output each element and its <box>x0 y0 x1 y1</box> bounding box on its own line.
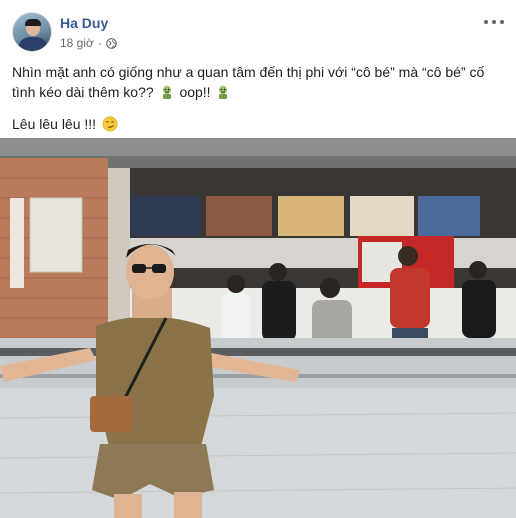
post-text-paragraph-1: Nhìn mặt anh có giống như a quan tâm đến… <box>12 62 504 102</box>
meta-separator: · <box>97 36 102 50</box>
globe-icon[interactable] <box>106 37 117 49</box>
smirk-emoji-icon <box>102 116 118 132</box>
post-text-line2: Lêu lêu lêu !!! <box>12 116 97 132</box>
post-text: Nhìn mặt anh có giống như a quan tâm đến… <box>12 62 504 146</box>
post-meta: 18 giờ · <box>60 36 117 50</box>
zombie-emoji-icon <box>162 85 171 99</box>
post-photo[interactable] <box>0 138 516 518</box>
author-name-link[interactable]: Ha Duy <box>60 15 108 31</box>
more-options-icon[interactable] <box>484 16 504 28</box>
post-text-line1-a: Nhìn mặt anh có giống như a quan tâm đến… <box>12 64 485 100</box>
post-photo-image <box>0 138 516 518</box>
post-text-paragraph-2: Lêu lêu lêu !!! <box>12 114 504 134</box>
avatar[interactable] <box>12 12 52 52</box>
facebook-post: Ha Duy 18 giờ · Nhìn mặt anh có giống nh… <box>0 0 516 518</box>
post-header: Ha Duy 18 giờ · <box>12 12 504 52</box>
post-timestamp[interactable]: 18 giờ <box>60 36 94 50</box>
post-text-line1-b: oop!! <box>179 84 211 100</box>
zombie-emoji-icon <box>219 85 228 99</box>
